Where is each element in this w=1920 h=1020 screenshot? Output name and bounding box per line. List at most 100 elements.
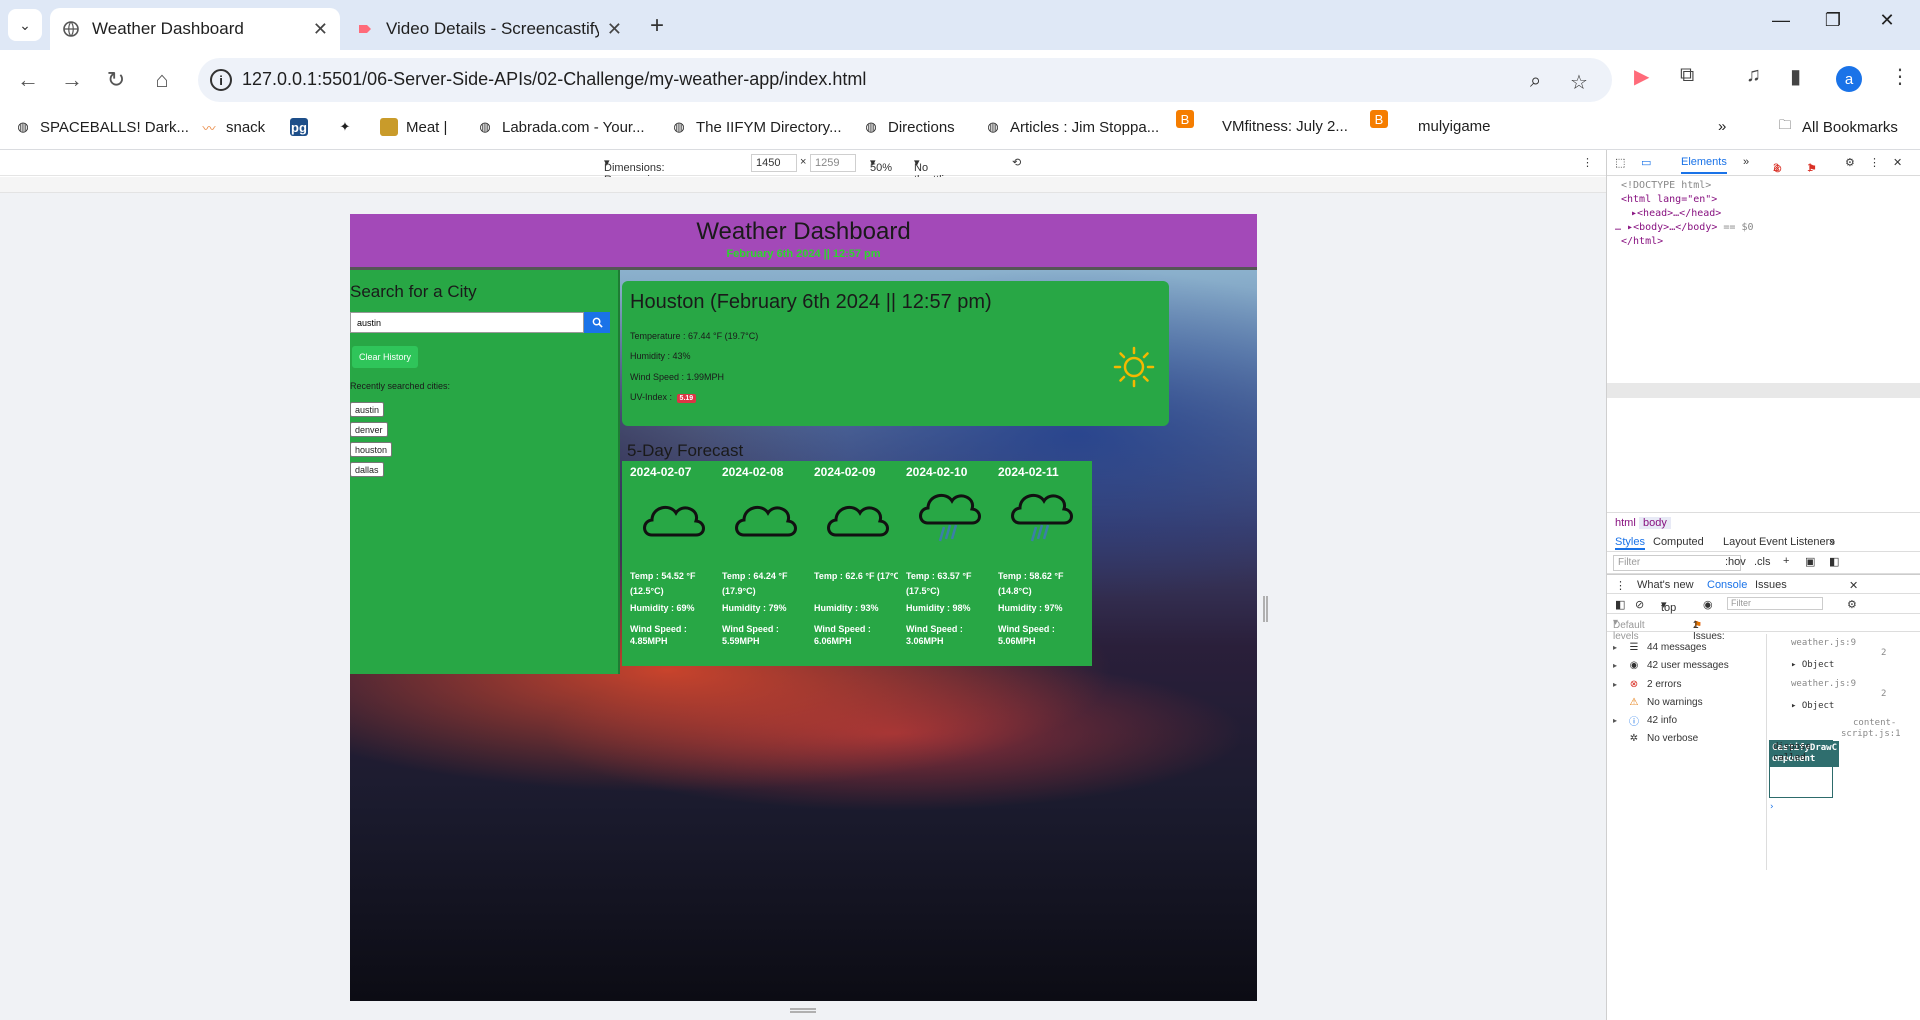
minimize-icon[interactable]: —: [1758, 10, 1804, 31]
sidebar-item-verbose[interactable]: ✲ No verbose: [1613, 731, 1698, 745]
log-source-link[interactable]: weather.js:9: [1791, 679, 1856, 689]
reload-icon[interactable]: ↻: [100, 64, 132, 96]
bookmark-item[interactable]: 〰 snack: [200, 118, 265, 136]
address-bar[interactable]: i 127.0.0.1:5501/06-Server-Side-APIs/02-…: [198, 58, 1612, 102]
bookmark-item[interactable]: B: [1370, 110, 1396, 128]
inspect-icon[interactable]: ⬚: [1615, 156, 1625, 169]
viewport-resize-handle[interactable]: [1263, 596, 1268, 622]
tab-console[interactable]: Console: [1707, 579, 1747, 591]
recent-city-button[interactable]: dallas: [350, 462, 384, 477]
restore-icon[interactable]: ❐: [1810, 10, 1856, 31]
bookmark-item[interactable]: ◍ SPACEBALLS! Dark...: [14, 118, 189, 136]
city-search-input[interactable]: [350, 312, 584, 333]
more-tabs-button[interactable]: »: [1743, 156, 1749, 168]
drawer-menu-icon[interactable]: ⋮: [1615, 579, 1626, 592]
log-source-link[interactable]: weather.js:9: [1791, 638, 1856, 648]
bookmark-star-icon[interactable]: ☆: [1570, 70, 1588, 95]
site-info-icon[interactable]: i: [210, 69, 232, 91]
search-button[interactable]: [584, 312, 610, 333]
color-format-icon[interactable]: ▣: [1805, 555, 1815, 568]
device-options-icon[interactable]: ⋮: [1582, 156, 1593, 169]
sidebar-item-warnings[interactable]: ⚠ No warnings: [1613, 695, 1703, 709]
new-tab-button[interactable]: +: [650, 12, 664, 40]
dom-body[interactable]: … ▸<body>…</body> == $0: [1615, 222, 1754, 233]
log-source-link[interactable]: content-: [1853, 718, 1896, 728]
tab-layout[interactable]: Layout: [1723, 536, 1756, 548]
close-window-icon[interactable]: ✕: [1864, 10, 1910, 31]
crumb-html[interactable]: html: [1611, 517, 1640, 529]
live-expression-icon[interactable]: ◉: [1703, 598, 1713, 611]
sidebar-item-errors[interactable]: ▸ ⊗ 2 errors: [1613, 677, 1681, 691]
bookmark-item[interactable]: Meat |: [380, 118, 447, 136]
dom-doctype[interactable]: <!DOCTYPE html>: [1621, 180, 1711, 191]
log-object[interactable]: ▸ Object: [1791, 660, 1834, 670]
device-mode-icon[interactable]: ▭: [1641, 156, 1651, 169]
clear-history-button[interactable]: Clear History: [352, 346, 419, 368]
recent-city-button[interactable]: denver: [350, 422, 388, 437]
sidebar-item-user-messages[interactable]: ▸ ◉ 42 user messages: [1613, 658, 1729, 672]
dom-head[interactable]: ▸<head>…</head>: [1631, 208, 1721, 219]
media-controls-icon[interactable]: ♫: [1746, 64, 1761, 87]
bookmark-item[interactable]: ◍ The IIFYM Directory...: [670, 118, 841, 136]
zoom-dropdown[interactable]: 50% ▾: [870, 156, 892, 174]
styles-filter-input[interactable]: Filter: [1613, 555, 1741, 571]
close-devtools-icon[interactable]: ✕: [1893, 156, 1902, 169]
sidebar-item-messages[interactable]: ▸ ☰ 44 messages: [1613, 640, 1706, 654]
all-bookmarks-button[interactable]: 🗀 All Bookmarks: [1776, 117, 1897, 136]
bookmark-item[interactable]: ✦: [336, 118, 362, 136]
log-object[interactable]: ▸ Object: [1791, 701, 1834, 711]
close-tab-icon[interactable]: ✕: [607, 19, 622, 40]
recent-city-button[interactable]: houston: [350, 442, 393, 457]
kebab-menu-icon[interactable]: ⋮: [1890, 64, 1910, 89]
viewport-bottom-handle[interactable]: [790, 1008, 816, 1013]
bookmark-item[interactable]: pg: [290, 118, 316, 136]
back-icon[interactable]: ←: [12, 64, 44, 96]
tab-event-listeners[interactable]: Event Listeners: [1759, 536, 1835, 548]
add-rule-icon[interactable]: +: [1783, 555, 1789, 567]
tab-weather-dashboard[interactable]: Weather Dashboard ✕: [50, 8, 340, 50]
cls-toggle[interactable]: .cls: [1754, 556, 1771, 568]
side-panel-icon[interactable]: ▮: [1790, 64, 1801, 89]
bookmark-item[interactable]: ◍ Labrada.com - Your...: [476, 118, 644, 136]
forward-icon[interactable]: →: [56, 64, 88, 96]
throttling-dropdown[interactable]: No throttling ▾: [914, 156, 956, 186]
settings-icon[interactable]: ⚙: [1845, 156, 1855, 169]
tab-whats-new[interactable]: What's new: [1637, 579, 1694, 591]
recent-city-button[interactable]: austin: [350, 402, 385, 417]
bookmark-item[interactable]: mulyigame: [1418, 118, 1491, 135]
clear-console-icon[interactable]: ⊘: [1635, 598, 1644, 611]
extensions-icon[interactable]: ⧉: [1680, 64, 1694, 87]
home-icon[interactable]: ⌂: [146, 64, 178, 96]
tab-elements[interactable]: Elements: [1681, 156, 1727, 174]
width-input[interactable]: 1450: [751, 154, 797, 172]
profile-avatar[interactable]: a: [1836, 66, 1862, 92]
default-levels-dropdown[interactable]: Default levels ▾: [1613, 617, 1645, 642]
bookmark-item[interactable]: B: [1176, 110, 1202, 128]
bookmark-item[interactable]: ◍ Directions: [862, 118, 954, 136]
close-tab-icon[interactable]: ✕: [313, 19, 328, 40]
console-filter-input[interactable]: Filter: [1727, 597, 1823, 610]
console-sidebar-icon[interactable]: ◧: [1615, 598, 1625, 611]
crumb-body[interactable]: body: [1639, 517, 1671, 529]
url-text[interactable]: 127.0.0.1:5501/06-Server-Side-APIs/02-Ch…: [242, 69, 866, 90]
dom-html-open[interactable]: <html lang="en">: [1621, 194, 1717, 205]
more-tabs-button[interactable]: »: [1829, 536, 1835, 548]
tab-issues[interactable]: Issues: [1755, 579, 1787, 591]
sidebar-toggle-icon[interactable]: ◧: [1829, 555, 1839, 568]
console-settings-icon[interactable]: ⚙: [1847, 598, 1857, 611]
dom-html-close[interactable]: </html>: [1621, 236, 1663, 247]
screencastify-extension-icon[interactable]: ▶: [1634, 64, 1649, 89]
bookmarks-overflow-button[interactable]: »: [1718, 118, 1726, 135]
zoom-icon[interactable]: ⌕: [1530, 70, 1541, 93]
console-prompt[interactable]: ›: [1769, 802, 1774, 812]
tab-screencastify[interactable]: Video Details - Screencastify ✕: [344, 8, 634, 50]
tab-styles[interactable]: Styles: [1615, 536, 1645, 550]
tab-computed[interactable]: Computed: [1653, 536, 1704, 548]
hov-toggle[interactable]: :hov: [1725, 556, 1746, 568]
devtools-menu-icon[interactable]: ⋮: [1869, 156, 1880, 169]
sidebar-item-info[interactable]: ▸ ⓘ 42 info: [1613, 713, 1677, 728]
bookmark-item[interactable]: ◍ Articles : Jim Stoppa...: [984, 118, 1159, 136]
dimensions-dropdown[interactable]: Dimensions: Responsive ▾: [604, 156, 665, 186]
tab-search-button[interactable]: ⌄: [8, 9, 42, 41]
bookmark-item[interactable]: VMfitness: July 2...: [1222, 118, 1348, 135]
